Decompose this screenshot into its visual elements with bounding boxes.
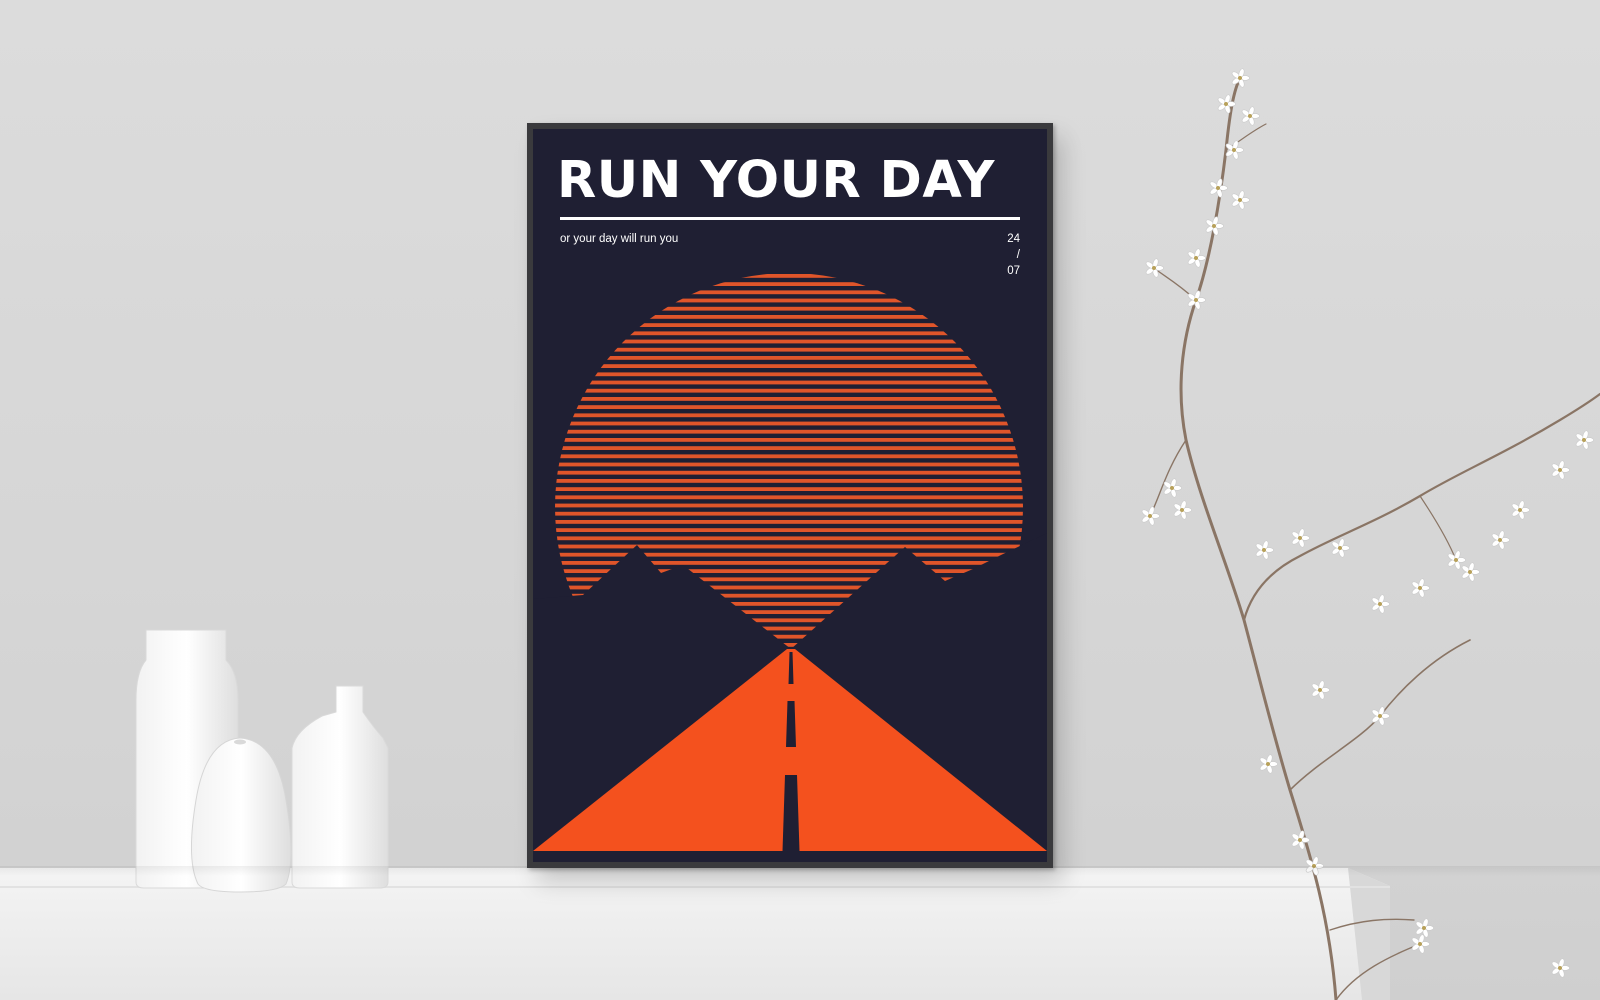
title-underline [560, 217, 1020, 220]
date-day: 24 [1007, 233, 1020, 245]
sun-stripe [555, 479, 1023, 483]
sun-stripe [555, 487, 1023, 491]
sun-stripe [555, 356, 1023, 360]
blossom-flower [1173, 500, 1192, 520]
sun-stripe [555, 503, 1023, 508]
sun-stripe [555, 438, 1023, 442]
blossom-flower [1551, 460, 1570, 480]
sun-stripe [555, 364, 1023, 368]
bottle-vase [291, 685, 389, 889]
sun-stripe [555, 446, 1023, 450]
sun-stripe [555, 470, 1023, 475]
blossom-flower [1209, 178, 1228, 198]
sun-stripe [555, 397, 1023, 401]
blossom-flower [1231, 68, 1250, 88]
sun-stripe [555, 429, 1023, 434]
sun-stripe [555, 282, 1023, 286]
sun-stripe [555, 298, 1023, 303]
blossom-flower [1259, 754, 1278, 774]
blossom-flower [1491, 530, 1510, 550]
blossom-flower [1311, 680, 1330, 700]
blossom-flower [1411, 578, 1430, 598]
blossom-flower [1255, 540, 1274, 560]
sun-stripe [555, 405, 1023, 409]
sun-stripe [555, 388, 1023, 393]
blossom-flower [1141, 506, 1160, 526]
blossom-flower [1575, 430, 1594, 450]
sun-stripe [555, 347, 1023, 352]
date-month: 07 [1007, 265, 1020, 277]
blossom-flower [1415, 918, 1434, 938]
sun-stripe [555, 544, 1023, 549]
sun-stripe [555, 536, 1023, 541]
poster-date: 24 / 07 [978, 231, 1020, 279]
blossom-branch [1149, 76, 1600, 1000]
blossom-flower [1187, 248, 1206, 268]
blossom-flower [1187, 290, 1206, 310]
date-separator: / [1016, 249, 1020, 261]
sun-stripe [555, 462, 1023, 467]
blossom-flower [1145, 258, 1164, 278]
blossom-flower [1331, 538, 1350, 558]
sun-stripe [555, 495, 1023, 500]
blossom-flower [1461, 562, 1480, 582]
sun-stripe [555, 331, 1023, 336]
poster-tagline: or your day will run you [560, 233, 679, 245]
blossom-flower [1163, 478, 1182, 498]
sun-stripe [555, 454, 1023, 459]
sun-stripe [555, 520, 1023, 524]
blossom-flower [1511, 500, 1530, 520]
sun-stripe [555, 372, 1023, 377]
sun-stripe [555, 339, 1023, 344]
sun-stripe [555, 528, 1023, 532]
white-vases [135, 629, 389, 893]
blossom-flower [1205, 216, 1224, 236]
sun-stripe [555, 561, 1023, 565]
framed-poster: RUN YOUR DAY or your day will run you 24… [527, 123, 1053, 868]
sun-stripe [555, 413, 1023, 418]
sun-stripe [555, 380, 1023, 385]
sun-stripe [555, 323, 1023, 327]
sun-stripe [555, 421, 1023, 426]
sun-stripe [555, 511, 1023, 516]
sun-stripe [555, 306, 1023, 311]
sun-stripe [555, 274, 1023, 278]
blossom-flower [1551, 958, 1570, 978]
blossom-flower [1291, 528, 1310, 548]
sun-stripe [555, 290, 1023, 295]
blossom-flower [1241, 106, 1260, 126]
poster-title: RUN YOUR DAY [557, 151, 995, 210]
sun-stripe [555, 315, 1023, 319]
sun-stripe [555, 552, 1023, 557]
blossom-flower [1371, 594, 1390, 614]
blossom-flower [1231, 190, 1250, 210]
